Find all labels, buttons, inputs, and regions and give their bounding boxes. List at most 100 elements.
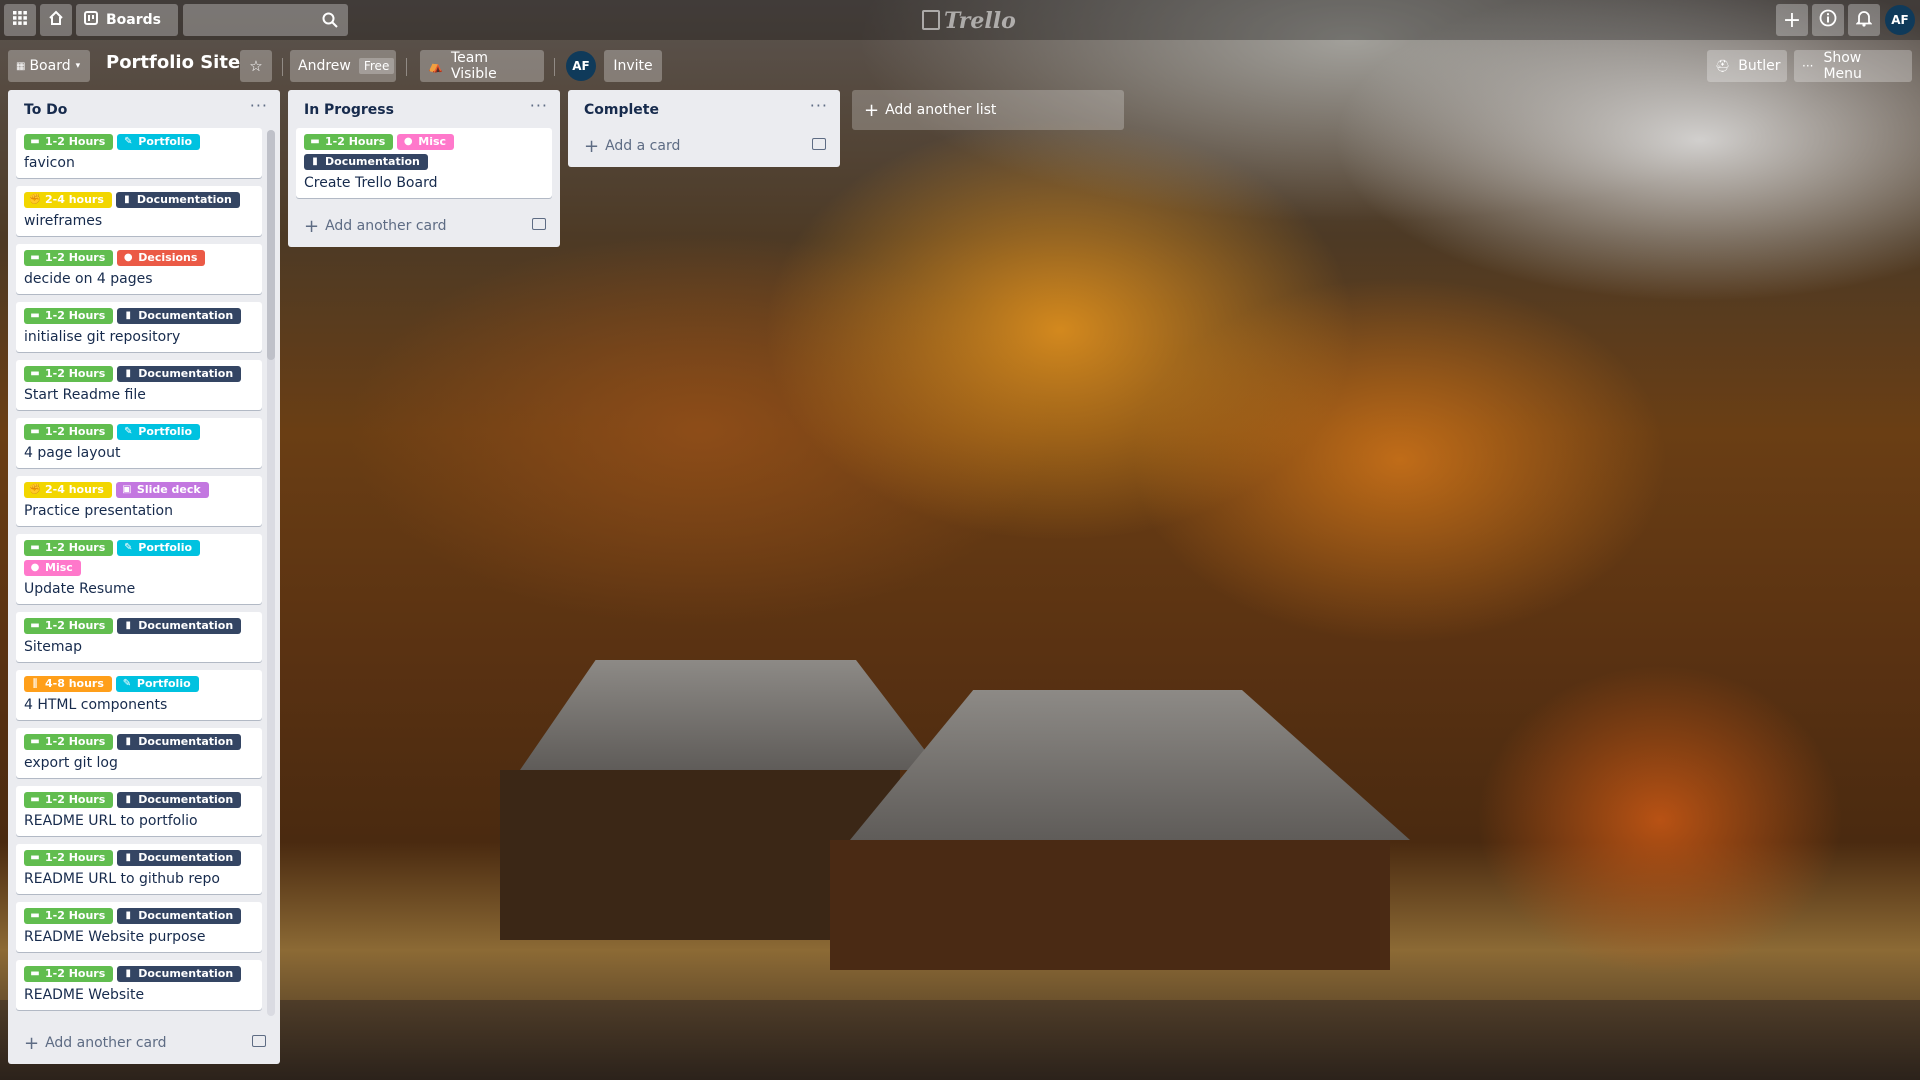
card-label-text: Portfolio xyxy=(138,425,193,438)
card[interactable]: ▬ 1-2 Hours ▮ Documentation initialise git r… xyxy=(16,302,262,352)
add-card-button[interactable]: + Add a card xyxy=(576,131,832,161)
card-label[interactable]: ▬ 1-2 Hours xyxy=(24,734,114,750)
card[interactable]: ▬ 1-2 Hours ✎ Portfolio favicon xyxy=(16,128,262,178)
scrollbar-thumb[interactable] xyxy=(267,130,275,360)
more-icon[interactable]: ··· xyxy=(250,96,268,115)
board-member-avatar[interactable]: AF xyxy=(566,51,596,81)
card[interactable]: ✊ 2-4 hours ▣ Slide deck Practice presentati… xyxy=(16,476,262,526)
invite-button[interactable]: Invite xyxy=(604,50,662,82)
card-label-text: Documentation xyxy=(138,735,234,748)
card-label[interactable]: ✎ Portfolio xyxy=(117,540,201,556)
card-title: README Website xyxy=(24,987,145,1003)
apps-button[interactable] xyxy=(4,4,36,36)
card[interactable]: ▬ 1-2 Hours ● Misc ▮ Documentation Create Trel… xyxy=(296,128,552,198)
header-divider xyxy=(554,58,555,76)
card[interactable]: ▬ 1-2 Hours ▮ Documentation export git log xyxy=(16,728,262,778)
logo-text: Trello xyxy=(944,8,1016,34)
card-label[interactable]: ▬ 1-2 Hours xyxy=(24,618,114,634)
trello-logo[interactable]: Trello xyxy=(922,8,1016,34)
card[interactable]: ▬ 1-2 Hours ▮ Documentation README URL to gi… xyxy=(16,844,262,894)
more-icon[interactable]: ··· xyxy=(530,96,548,115)
card-label[interactable]: ▬ 1-2 Hours xyxy=(24,366,114,382)
show-menu-button[interactable]: ··· Show Menu xyxy=(1794,50,1912,82)
card[interactable]: ✊ 2-4 hours ▮ Documentation wireframes xyxy=(16,186,262,236)
bars-icon: ∥ xyxy=(32,678,38,689)
card-label[interactable]: ✎ Portfolio xyxy=(117,134,201,150)
card-label[interactable]: ▬ 1-2 Hours xyxy=(304,134,394,150)
visibility-button[interactable]: ⛺ Team Visible xyxy=(420,50,544,82)
card-label[interactable]: ▬ 1-2 Hours xyxy=(24,908,114,924)
card[interactable]: ▬ 1-2 Hours ▮ Documentation Start Readme fil… xyxy=(16,360,262,410)
card-label[interactable]: ▬ 1-2 Hours xyxy=(24,250,114,266)
visibility-label: Team Visible xyxy=(450,50,497,82)
card-label-text: 1-2 Hours xyxy=(45,793,106,806)
card-label[interactable]: ▬ 1-2 Hours xyxy=(24,308,114,324)
add-card-button[interactable]: + Add another card xyxy=(16,1028,272,1058)
card-label[interactable]: ▮ Documentation xyxy=(117,308,242,324)
list-header[interactable]: To Do ··· xyxy=(8,90,280,128)
create-button[interactable]: + xyxy=(1776,4,1808,36)
card-label[interactable]: ✊ 2-4 hours xyxy=(24,482,112,498)
card-label[interactable]: ● Misc xyxy=(24,560,81,576)
card-template-icon[interactable] xyxy=(812,138,826,150)
add-card-button[interactable]: + Add another card xyxy=(296,211,552,241)
butler-button[interactable]: ⛑ Butler xyxy=(1707,50,1787,82)
card[interactable]: ▬ 1-2 Hours ▮ Documentation Sitemap xyxy=(16,612,262,662)
card-title: Create Trello Board xyxy=(304,175,438,191)
card-label[interactable]: ✎ Portfolio xyxy=(117,424,201,440)
card-label[interactable]: ▮ Documentation xyxy=(117,850,242,866)
user-avatar[interactable]: AF xyxy=(1885,5,1915,35)
card-label[interactable]: ∥ 4-8 hours xyxy=(24,676,112,692)
info-button[interactable] xyxy=(1812,4,1844,36)
list-header[interactable]: In Progress ··· xyxy=(288,90,560,128)
card[interactable]: ▬ 1-2 Hours ● Decisions decide on 4 pages xyxy=(16,244,262,294)
more-icon[interactable]: ··· xyxy=(810,96,828,115)
card[interactable]: ▬ 1-2 Hours ▮ Documentation README URL to po… xyxy=(16,786,262,836)
list-title[interactable]: To Do xyxy=(24,102,67,118)
board-title[interactable]: Portfolio Site xyxy=(106,52,240,73)
card-label[interactable]: ● Misc xyxy=(397,134,455,150)
card[interactable]: ▬ 1-2 Hours ▮ Documentation README Website p… xyxy=(16,902,262,952)
card-label[interactable]: ▬ 1-2 Hours xyxy=(24,424,114,440)
card-template-icon[interactable] xyxy=(252,1035,266,1047)
card[interactable]: ▬ 1-2 Hours ▮ Documentation README Website xyxy=(16,960,262,1010)
card-label[interactable]: ▮ Documentation xyxy=(117,908,242,924)
card-label[interactable]: ▮ Documentation xyxy=(117,966,242,982)
list-header[interactable]: Complete ··· xyxy=(568,90,840,128)
home-button[interactable] xyxy=(40,4,72,36)
card-label[interactable]: ▬ 1-2 Hours xyxy=(24,540,114,556)
card-label[interactable]: ▮ Documentation xyxy=(115,192,240,208)
card-title: Sitemap xyxy=(24,639,82,655)
card-label[interactable]: ▮ Documentation xyxy=(304,154,428,170)
list-title[interactable]: In Progress xyxy=(304,102,394,118)
plus-icon: + xyxy=(304,215,320,237)
team-button[interactable]: Andrew Free xyxy=(290,50,396,82)
card-label-text: 1-2 Hours xyxy=(45,851,106,864)
list-title[interactable]: Complete xyxy=(584,102,659,118)
boards-button[interactable]: Boards xyxy=(76,4,178,36)
card-label[interactable]: ▮ Documentation xyxy=(117,792,242,808)
card-label[interactable]: ▬ 1-2 Hours xyxy=(24,966,114,982)
header-divider xyxy=(282,58,283,76)
card-label[interactable]: ✎ Portfolio xyxy=(115,676,199,692)
card-label[interactable]: ▬ 1-2 Hours xyxy=(24,850,114,866)
card-label[interactable]: ▮ Documentation xyxy=(117,618,242,634)
dots-icon: ● xyxy=(403,136,413,147)
card-label[interactable]: ▮ Documentation xyxy=(117,366,242,382)
add-list-button[interactable]: + Add another list xyxy=(852,90,1124,130)
star-button[interactable]: ☆ xyxy=(240,50,272,82)
card[interactable]: ▬ 1-2 Hours ✎ Portfolio ● Misc Update Resume xyxy=(16,534,262,604)
card-template-icon[interactable] xyxy=(532,218,546,230)
card-label[interactable]: ✊ 2-4 hours xyxy=(24,192,112,208)
card-label[interactable]: ▬ 1-2 Hours xyxy=(24,792,114,808)
card-label[interactable]: ● Decisions xyxy=(117,250,206,266)
search-input[interactable] xyxy=(183,4,348,36)
notifications-button[interactable] xyxy=(1848,4,1880,36)
card[interactable]: ∥ 4-8 hours ✎ Portfolio 4 HTML components xyxy=(16,670,262,720)
board-view-switcher[interactable]: ▦ Board ▾ xyxy=(8,50,90,82)
card-label[interactable]: ▬ 1-2 Hours xyxy=(24,134,114,150)
card-label[interactable]: ▮ Documentation xyxy=(117,734,242,750)
card[interactable]: ▬ 1-2 Hours ✎ Portfolio 4 page layout xyxy=(16,418,262,468)
list-scrollbar[interactable] xyxy=(267,130,275,1016)
card-label[interactable]: ▣ Slide deck xyxy=(115,482,209,498)
